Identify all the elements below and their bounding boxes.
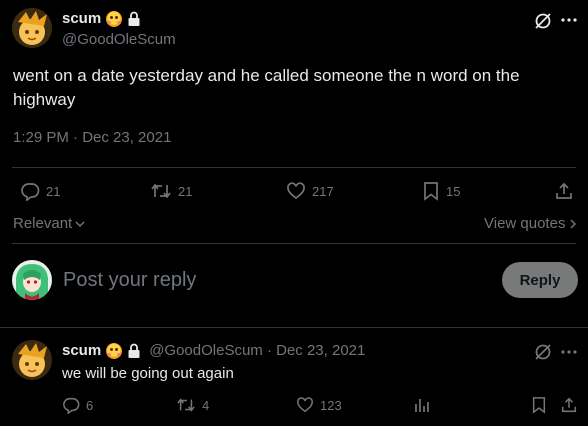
heart-icon — [296, 396, 314, 414]
divider — [12, 243, 576, 244]
current-user-avatar[interactable] — [12, 260, 52, 300]
divider — [0, 327, 588, 328]
reply-text: we will be going out again — [62, 365, 234, 382]
author-handle[interactable]: @GoodOleScum — [62, 31, 176, 48]
like-count: 217 — [312, 183, 334, 199]
reply-action[interactable]: 6 — [62, 396, 93, 414]
reply-action[interactable]: 21 — [20, 181, 60, 201]
more-options-icon[interactable] — [561, 350, 577, 354]
grok-icon[interactable] — [533, 342, 553, 362]
like-count: 123 — [320, 397, 342, 413]
retweet-icon — [176, 396, 196, 414]
lock-icon — [127, 343, 141, 359]
chevron-down-icon — [74, 218, 86, 230]
reply-author-avatar[interactable] — [12, 340, 52, 380]
retweet-count: 21 — [178, 183, 193, 199]
bookmark-action[interactable]: 15 — [422, 181, 460, 201]
reply-count: 6 — [86, 397, 94, 413]
sort-label: Relevant — [13, 215, 73, 232]
reply-handle-date[interactable]: @GoodOleScum · Dec 23, 2021 — [149, 342, 365, 359]
tweet-text: went on a date yesterday and he called s… — [13, 66, 520, 109]
divider — [12, 167, 576, 168]
share-action[interactable] — [560, 396, 578, 414]
grok-icon[interactable] — [533, 11, 553, 31]
author-display-name[interactable]: scum — [62, 10, 101, 27]
reply-button[interactable]: Reply — [502, 262, 578, 298]
flushed-emoji-icon — [106, 342, 123, 359]
views-action[interactable] — [413, 396, 431, 414]
share-icon — [560, 396, 578, 414]
reply-icon — [62, 396, 80, 414]
author-avatar[interactable] — [12, 8, 52, 48]
sort-dropdown[interactable]: Relevant — [13, 215, 86, 232]
reply-icon — [20, 181, 40, 201]
share-action[interactable] — [554, 181, 574, 201]
retweet-count: 4 — [202, 397, 210, 413]
retweet-action[interactable]: 21 — [150, 181, 192, 201]
bookmark-icon — [531, 396, 547, 414]
bookmark-count: 15 — [446, 183, 461, 199]
retweet-action[interactable]: 4 — [176, 396, 209, 414]
view-quotes-label: View quotes — [484, 215, 566, 232]
lock-icon — [127, 11, 141, 27]
heart-icon — [286, 181, 306, 201]
share-icon — [554, 181, 574, 201]
bookmark-action[interactable] — [531, 396, 547, 414]
bookmark-icon — [422, 181, 440, 201]
tweet-timestamp[interactable]: 1:29 PM · Dec 23, 2021 — [13, 129, 171, 146]
views-icon — [413, 396, 431, 414]
reply-author-display-name[interactable]: scum — [62, 342, 101, 359]
like-action[interactable]: 123 — [296, 396, 342, 414]
reply-count: 21 — [46, 183, 61, 199]
flushed-emoji-icon — [106, 10, 123, 27]
retweet-icon — [150, 181, 172, 201]
like-action[interactable]: 217 — [286, 181, 334, 201]
reply-input[interactable]: Post your reply — [63, 267, 483, 293]
chevron-right-icon — [568, 218, 578, 230]
more-options-icon[interactable] — [561, 18, 577, 22]
view-quotes-link[interactable]: View quotes — [484, 215, 578, 232]
